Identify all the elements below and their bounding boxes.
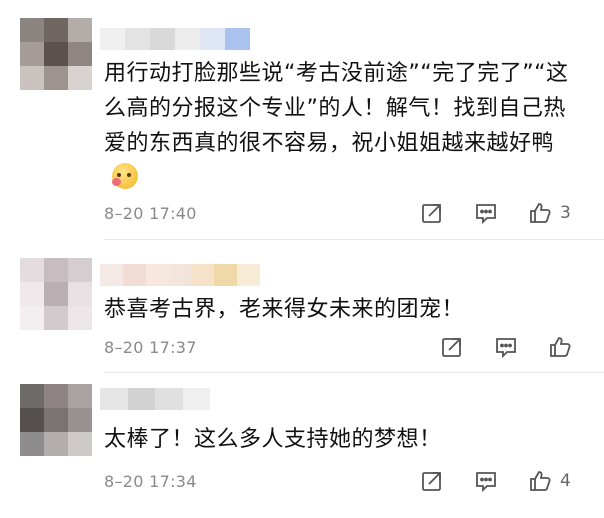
username[interactable] bbox=[100, 388, 210, 410]
comment-actions: 4 bbox=[420, 466, 571, 496]
comment-icon[interactable] bbox=[474, 201, 498, 225]
comment-actions: 3 bbox=[420, 198, 571, 228]
thumbs-up-icon[interactable] bbox=[548, 335, 572, 359]
share-icon[interactable] bbox=[420, 469, 444, 493]
comment-text: 太棒了！这么多人支持她的梦想！ bbox=[104, 422, 574, 457]
comment-time: 8–20 17:34 bbox=[104, 471, 197, 491]
comment-item: 太棒了！这么多人支持她的梦想！ 8–20 17:34 4 bbox=[0, 372, 604, 518]
comment-icon[interactable] bbox=[474, 469, 498, 493]
comment-item: 恭喜考古界，老来得女未来的团宠！ 8–20 17:37 bbox=[0, 240, 604, 373]
comment-icon[interactable] bbox=[494, 335, 518, 359]
comment-meta: 8–20 17:40 3 bbox=[104, 198, 574, 228]
avatar[interactable] bbox=[20, 384, 92, 456]
comment-time: 8–20 17:40 bbox=[104, 203, 197, 223]
username[interactable] bbox=[100, 264, 261, 286]
comment-text: 用行动打脸那些说“考古没前途”“完了完了”“这么高的分报这个专业”的人！解气！找… bbox=[104, 56, 574, 196]
comment-actions bbox=[440, 332, 572, 362]
comment-meta: 8–20 17:37 bbox=[104, 332, 574, 362]
username[interactable] bbox=[100, 28, 250, 50]
share-icon[interactable] bbox=[440, 335, 464, 359]
comment-text-content: 太棒了！这么多人支持她的梦想！ bbox=[104, 427, 442, 452]
comment-time: 8–20 17:37 bbox=[104, 337, 197, 357]
comment-meta: 8–20 17:34 4 bbox=[104, 466, 574, 496]
comment-text-content: 用行动打脸那些说“考古没前途”“完了完了”“这么高的分报这个专业”的人！解气！找… bbox=[104, 61, 569, 156]
comment-text-content: 恭喜考古界，老来得女未来的团宠！ bbox=[104, 297, 465, 322]
comment-text: 恭喜考古界，老来得女未来的团宠！ bbox=[104, 292, 574, 327]
thumbs-up-icon[interactable] bbox=[528, 201, 552, 225]
comment-item: 用行动打脸那些说“考古没前途”“完了完了”“这么高的分报这个专业”的人！解气！找… bbox=[0, 0, 604, 240]
avatar[interactable] bbox=[20, 258, 92, 330]
like-count: 4 bbox=[560, 471, 571, 491]
like-count: 3 bbox=[560, 203, 571, 223]
avatar[interactable] bbox=[20, 18, 92, 90]
smiling-blush-emoji-icon bbox=[112, 163, 138, 189]
thumbs-up-icon[interactable] bbox=[528, 469, 552, 493]
share-icon[interactable] bbox=[420, 201, 444, 225]
